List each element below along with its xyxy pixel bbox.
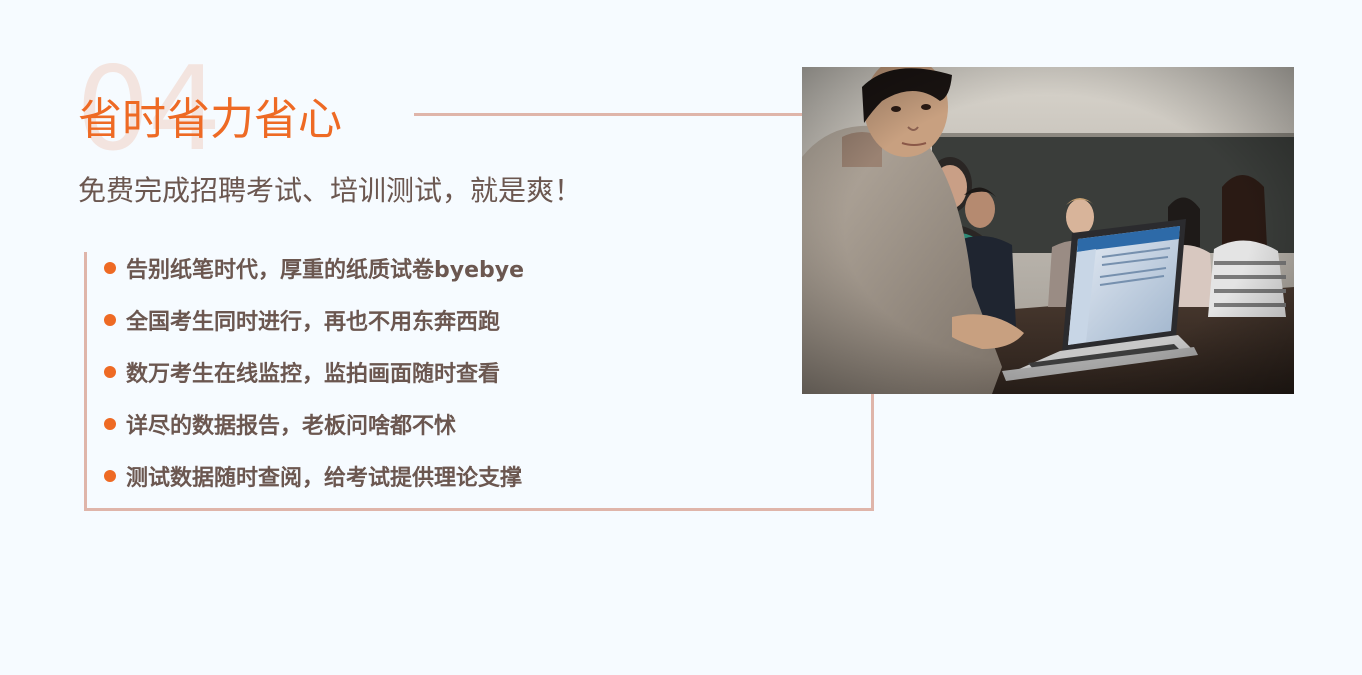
feature-item-2: 全国考生同时进行，再也不用东奔西跑 (104, 294, 524, 346)
feature-text: 数万考生在线监控，监拍画面随时查看 (126, 362, 501, 387)
section-subtitle: 免费完成招聘考试、培训测试，就是爽！ (78, 174, 583, 207)
bullet-dot-icon (104, 418, 116, 430)
feature-text: 告别纸笔时代，厚重的纸质试卷byebye (126, 258, 525, 283)
feature-item-3: 数万考生在线监控，监拍画面随时查看 (104, 346, 524, 398)
meeting-photo (802, 67, 1294, 394)
feature-text: 全国考生同时进行，再也不用东奔西跑 (126, 310, 501, 335)
bullet-dot-icon (104, 262, 116, 274)
bullet-dot-icon (104, 314, 116, 326)
feature-list: 告别纸笔时代，厚重的纸质试卷byebye 全国考生同时进行，再也不用东奔西跑 数… (104, 242, 524, 502)
bullet-dot-icon (104, 366, 116, 378)
meeting-illustration (802, 67, 1294, 394)
feature-item-1: 告别纸笔时代，厚重的纸质试卷byebye (104, 242, 524, 294)
feature-text: 测试数据随时查阅，给考试提供理论支撑 (126, 466, 523, 491)
title-divider (414, 113, 814, 116)
feature-item-4: 详尽的数据报告，老板问啥都不怵 (104, 398, 524, 450)
bullet-dot-icon (104, 470, 116, 482)
feature-item-5: 测试数据随时查阅，给考试提供理论支撑 (104, 450, 524, 502)
feature-text: 详尽的数据报告，老板问啥都不怵 (126, 414, 457, 439)
section-title: 省时省力省心 (78, 94, 342, 145)
